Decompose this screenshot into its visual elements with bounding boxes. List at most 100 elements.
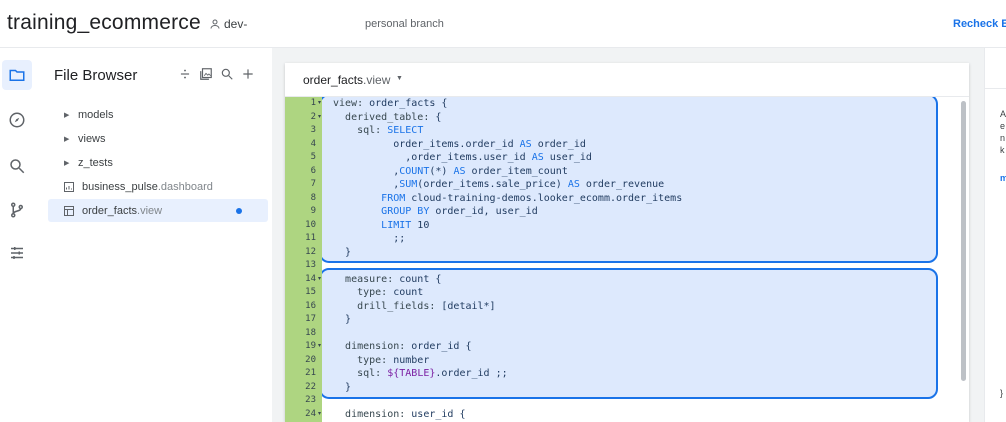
tree-folder-z-tests[interactable]: ▶ z_tests	[48, 151, 268, 174]
code-line: ,COUNT(*) AS order_item_count	[333, 165, 568, 177]
line-number: 4	[310, 138, 316, 149]
line-number: 5	[310, 152, 316, 162]
tree-item-label: order_facts	[82, 204, 138, 217]
line-number: 18	[305, 327, 316, 338]
code-line: measure: count {	[345, 273, 442, 285]
chevron-right-icon: ▶	[64, 135, 70, 143]
file-browser-panel: File Browser ▶ models ▶ views ▶ z_tests …	[38, 48, 270, 422]
person-icon	[210, 19, 220, 29]
line-number: 16	[305, 300, 316, 311]
branch-label: personal branch	[365, 18, 444, 30]
divide-icon[interactable]	[178, 67, 192, 81]
chevron-down-icon[interactable]: ▼	[396, 75, 403, 82]
editor-scrollbar[interactable]	[961, 101, 966, 381]
chevron-right-icon: ▶	[64, 111, 70, 119]
tree-folder-models[interactable]: ▶ models	[48, 103, 268, 126]
unsaved-dot-icon	[236, 207, 242, 214]
recheck-errors-button[interactable]: Recheck Err	[953, 18, 1006, 30]
line-number: 6	[310, 165, 316, 176]
side-panel-divider	[985, 88, 1006, 89]
table-icon	[62, 204, 76, 218]
code-line: sql: ${TABLE}.order_id ;;	[357, 368, 508, 379]
code-line: view: order_facts {	[333, 98, 448, 109]
tree-file-order-facts[interactable]: order_facts .view	[48, 199, 268, 222]
left-rail	[0, 48, 33, 422]
side-panel-link[interactable]: m	[1000, 173, 1006, 183]
rail-explore-button[interactable]	[2, 105, 32, 135]
line-number: 20	[305, 354, 316, 365]
line-number: 22	[305, 381, 316, 392]
right-side-panel	[984, 48, 1006, 422]
line-number: 21	[305, 368, 316, 378]
tree-folder-views[interactable]: ▶ views	[48, 127, 268, 150]
line-number: 3	[310, 125, 316, 135]
file-tab-name: order_facts	[303, 73, 364, 87]
code-line: ;;	[333, 233, 406, 244]
file-tab-ext: .view	[363, 73, 391, 87]
tree-item-ext: .view	[137, 204, 163, 217]
code-line: FROM cloud-training-demos.looker_ecomm.o…	[381, 192, 683, 204]
line-number: 8	[310, 192, 316, 203]
code-line: dimension: order_id {	[345, 341, 472, 352]
chevron-right-icon: ▶	[64, 159, 70, 167]
code-text-area[interactable]: view: order_facts { derived_table: { sql…	[322, 97, 962, 422]
file-tab[interactable]: order_facts.view	[303, 73, 390, 87]
code-line: }	[333, 381, 352, 393]
search-icon	[10, 159, 25, 174]
line-number: 2	[310, 111, 316, 122]
line-number: 24	[305, 408, 316, 419]
dashboard-icon	[62, 180, 76, 194]
line-number: 17	[305, 314, 316, 324]
top-bar: training_ecommerce dev- personal branch …	[0, 0, 1006, 48]
code-line: LIMIT 10	[381, 219, 430, 231]
user-chip[interactable]: dev-	[209, 17, 247, 31]
code-line: }	[333, 246, 352, 258]
tree-item-label: views	[78, 132, 106, 145]
rail-search-button[interactable]	[2, 151, 32, 181]
tree-item-label: z_tests	[78, 156, 113, 169]
git-branch-icon	[11, 202, 23, 218]
file-browser-toolbar	[178, 67, 255, 81]
code-line: sql: SELECT	[357, 125, 424, 136]
editor-tab-bar: order_facts.view ▼	[285, 63, 969, 97]
tree-item-ext: .dashboard	[157, 180, 213, 193]
code-line: }	[333, 314, 352, 325]
image-icon[interactable]	[199, 67, 213, 81]
folder-icon	[9, 69, 25, 81]
user-name: dev-	[224, 17, 248, 31]
line-number: 1	[310, 98, 316, 108]
code-line: order_items.order_id AS order_id	[333, 138, 586, 150]
line-number: 23	[305, 395, 316, 405]
rail-file-browser-button[interactable]	[2, 60, 32, 90]
code-line: derived_table: {	[345, 111, 442, 123]
tree-item-label: business_pulse	[82, 180, 158, 193]
line-number: 15	[305, 287, 316, 297]
line-number: 14	[305, 273, 316, 284]
project-title: training_ecommerce	[7, 11, 201, 34]
side-panel-brace: }	[1000, 388, 1004, 398]
tree-item-label: models	[78, 108, 114, 121]
side-panel-text-2: e	[1000, 121, 1006, 131]
tree-file-business-pulse[interactable]: business_pulse .dashboard	[48, 175, 268, 198]
code-line: type: count	[357, 287, 424, 298]
side-panel-text-1: A	[1000, 109, 1006, 119]
code-line: ,order_items.user_id AS user_id	[333, 152, 592, 163]
line-number: 19	[305, 341, 316, 351]
line-number-gutter: 1 ▾ 2 ▾ 3 4 5 6 7 8 9 10 11 12 13 14 ▾ 15 16 17 18 19 ▾ 20 21 22 2…	[285, 97, 322, 422]
line-number: 9	[310, 206, 316, 216]
plus-icon[interactable]	[241, 67, 255, 81]
side-panel-text-3: n	[1000, 133, 1006, 143]
search-icon[interactable]	[220, 67, 234, 81]
code-line: drill_fields: [detail*]	[357, 300, 496, 312]
line-number: 11	[305, 233, 316, 243]
rail-settings-button[interactable]	[2, 238, 32, 268]
code-editor: order_facts.view ▼ 1 ▾ 2 ▾ 3 4 5 6 7 8 9 10 11 12 13 14…	[285, 63, 969, 422]
line-number: 7	[310, 179, 316, 189]
line-number: 13	[305, 260, 316, 270]
code-line: type: number	[357, 354, 430, 366]
rail-git-button[interactable]	[2, 195, 32, 225]
code-line: ,SUM(order_items.sale_price) AS order_re…	[333, 179, 665, 190]
sliders-icon	[11, 247, 23, 259]
app-root: training_ecommerce dev- personal branch …	[0, 0, 1006, 422]
side-panel-text-4: k	[1000, 145, 1005, 155]
